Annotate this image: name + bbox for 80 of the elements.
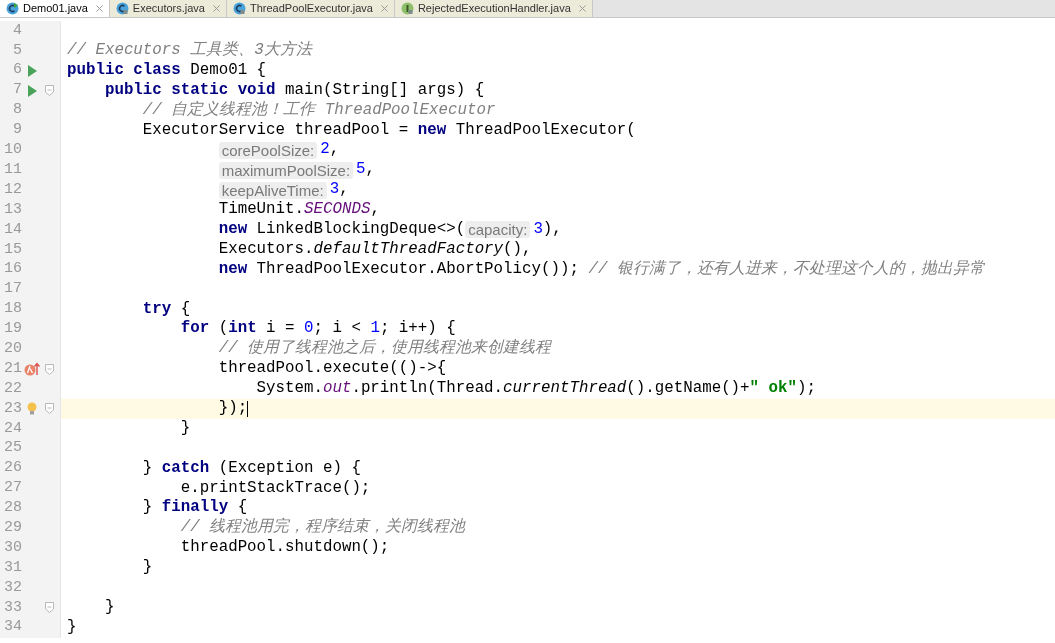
run-icon[interactable] <box>27 64 37 77</box>
line-number: 17 <box>3 279 22 300</box>
tab-label: Executors.java <box>132 1 205 17</box>
tab-label: Demo01.java <box>23 1 88 17</box>
line-number: 10 <box>3 140 22 161</box>
close-icon[interactable] <box>578 5 586 12</box>
code-line: } <box>67 616 77 638</box>
line-number: 15 <box>3 239 22 260</box>
file-tab[interactable]: RejectedExecutionHandler.java <box>394 0 593 17</box>
code-line: // 使用了线程池之后，使用线程池来创建线程 <box>217 338 552 360</box>
code-line: TimeUnit.SECONDS, <box>218 199 380 221</box>
line-number: 25 <box>3 438 22 459</box>
line-number: 33 <box>3 597 22 618</box>
lambda-arrow-icon[interactable] <box>24 362 40 377</box>
line-number: 11 <box>3 159 22 180</box>
file-tab[interactable]: Executors.java <box>109 0 227 17</box>
line-number: 22 <box>3 378 22 399</box>
code-line: try { <box>141 298 191 320</box>
code-line: Executors.defaultThreadFactory(), <box>218 238 532 260</box>
fold-marker-icon[interactable] <box>44 403 54 415</box>
line-number: 34 <box>3 617 22 638</box>
code-line: threadPool.execute(()->{ <box>217 358 447 380</box>
line-number: 28 <box>3 498 22 519</box>
line-number: 21 <box>3 358 22 379</box>
code-line: ExecutorService threadPool = new ThreadPoolExecutor( <box>141 119 636 141</box>
line-number: 30 <box>3 537 22 558</box>
fold-marker-icon[interactable] <box>44 85 54 97</box>
line-number: 13 <box>3 199 22 220</box>
line-number: 23 <box>3 398 22 419</box>
close-icon[interactable] <box>95 5 103 12</box>
line-number: 31 <box>3 557 22 578</box>
code-line: e.printStackTrace(); <box>179 477 371 499</box>
line-number: 18 <box>3 299 22 320</box>
interface-icon <box>400 2 414 15</box>
code-line: threadPool.shutdown(); <box>179 537 390 559</box>
code-line: } catch (Exception e) { <box>141 457 361 479</box>
text-cursor <box>247 400 249 417</box>
code-line: System.out.println(Thread.currentThread().getName()+" ok"); <box>255 378 816 400</box>
line-number: 9 <box>12 120 22 141</box>
fold-marker-icon[interactable] <box>44 602 54 614</box>
fold-marker-icon[interactable] <box>44 363 54 375</box>
code-line: for (int i = 0; i < 1; i++) { <box>179 318 456 339</box>
line-number: 20 <box>3 338 22 359</box>
class-icon <box>233 2 246 15</box>
code-line: } finally { <box>141 497 248 518</box>
line-number: 5 <box>12 40 22 61</box>
code-line: public class Demo01 { <box>67 59 267 81</box>
code-line: // 线程池用完，程序结束，关闭线程池 <box>179 516 466 539</box>
line-number: 7 <box>12 80 22 101</box>
code-line: new ThreadPoolExecutor.AbortPolicy()); // 银行满了，还有人进来，不处理这个人的，抛出异常 <box>218 258 985 280</box>
lightbulb-icon[interactable] <box>27 402 37 416</box>
code-line: // 自定义线程池！工作 ThreadPoolExecutor <box>141 99 496 121</box>
file-tab[interactable]: Demo01.java <box>0 0 110 17</box>
file-tab[interactable]: ThreadPoolExecutor.java <box>227 0 395 17</box>
class-icon <box>6 2 19 15</box>
code-line: new LinkedBlockingDeque<>( capacity: 3), <box>218 219 562 241</box>
close-icon[interactable] <box>380 5 388 12</box>
code-line: } <box>141 557 153 579</box>
close-icon[interactable] <box>213 5 220 12</box>
tab-label: RejectedExecutionHandler.java <box>417 1 571 17</box>
code-line: public static void main(String[] args) { <box>103 79 485 101</box>
line-number: 32 <box>3 577 22 598</box>
line-number: 16 <box>3 259 22 280</box>
line-number: 26 <box>3 458 22 479</box>
line-number: 6 <box>12 60 22 81</box>
run-icon[interactable] <box>27 84 37 97</box>
code-line: // Executors 工具类、3大方法 <box>67 39 312 61</box>
line-number: 19 <box>3 319 22 340</box>
line-number: 24 <box>3 418 22 439</box>
line-number: 27 <box>3 478 22 499</box>
code-line: } <box>179 417 191 439</box>
line-number: 4 <box>12 20 22 41</box>
line-number: 14 <box>3 219 22 240</box>
line-number: 8 <box>12 100 22 121</box>
tab-label: ThreadPoolExecutor.java <box>250 1 373 17</box>
code-line: } <box>103 596 115 618</box>
code-line: }); <box>217 398 248 420</box>
class-icon <box>115 2 129 15</box>
line-number: 29 <box>3 517 22 538</box>
line-number: 12 <box>3 179 22 200</box>
